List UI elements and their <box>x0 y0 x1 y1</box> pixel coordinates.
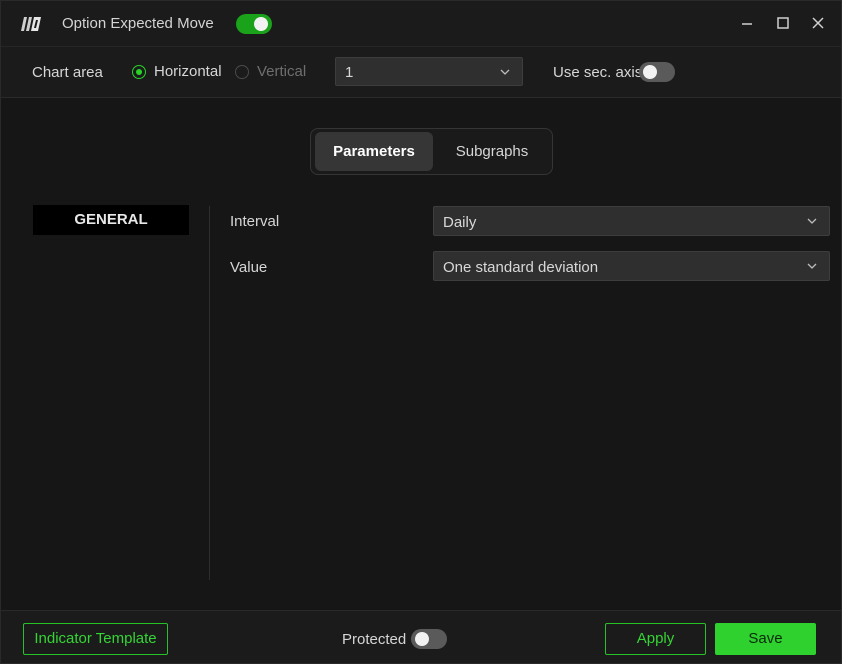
tab-parameters[interactable]: Parameters <box>315 132 433 171</box>
section-divider <box>209 206 210 580</box>
value-select-value: One standard deviation <box>443 259 599 276</box>
save-button[interactable]: Save <box>715 623 816 655</box>
toggle-knob <box>254 17 268 31</box>
indicator-settings-window: Option Expected Move Chart area Horizont… <box>0 0 842 664</box>
footer-bar: Indicator Template Protected Apply Save <box>1 610 841 663</box>
vertical-radio-label[interactable]: Vertical <box>257 63 306 80</box>
toggle-knob <box>643 65 657 79</box>
app-logo-icon <box>21 17 41 31</box>
toggle-knob <box>415 632 429 646</box>
indicator-template-button[interactable]: Indicator Template <box>23 623 168 655</box>
chevron-down-icon <box>500 69 510 75</box>
title-bar: Option Expected Move <box>1 1 841 47</box>
sec-axis-label: Use sec. axis <box>553 64 643 81</box>
value-label: Value <box>230 259 268 276</box>
indicator-enabled-toggle[interactable] <box>236 14 272 34</box>
tab-subgraphs[interactable]: Subgraphs <box>435 132 549 171</box>
chevron-down-icon <box>807 263 817 269</box>
chart-area-select[interactable]: 1 <box>335 57 523 86</box>
protected-label: Protected <box>342 631 407 648</box>
vertical-radio[interactable] <box>235 65 249 79</box>
apply-button[interactable]: Apply <box>605 623 706 655</box>
chevron-down-icon <box>807 218 817 224</box>
maximize-icon[interactable] <box>775 15 791 31</box>
minimize-icon[interactable] <box>739 15 755 31</box>
settings-tabs: Parameters Subgraphs <box>310 128 553 175</box>
nav-item-general[interactable]: GENERAL <box>33 205 189 235</box>
close-icon[interactable] <box>810 15 826 31</box>
interval-label: Interval <box>230 213 280 230</box>
window-title: Option Expected Move <box>62 15 214 32</box>
value-select[interactable]: One standard deviation <box>433 251 830 281</box>
sec-axis-toggle[interactable] <box>639 62 675 82</box>
protected-toggle[interactable] <box>411 629 447 649</box>
interval-select-value: Daily <box>443 214 477 231</box>
chart-area-select-value: 1 <box>345 64 354 81</box>
interval-select[interactable]: Daily <box>433 206 830 236</box>
chart-area-label: Chart area <box>32 64 103 81</box>
chart-area-row: Chart area Horizontal Vertical 1 Use sec… <box>1 47 841 98</box>
horizontal-radio[interactable] <box>132 65 146 79</box>
horizontal-radio-label[interactable]: Horizontal <box>154 63 222 80</box>
